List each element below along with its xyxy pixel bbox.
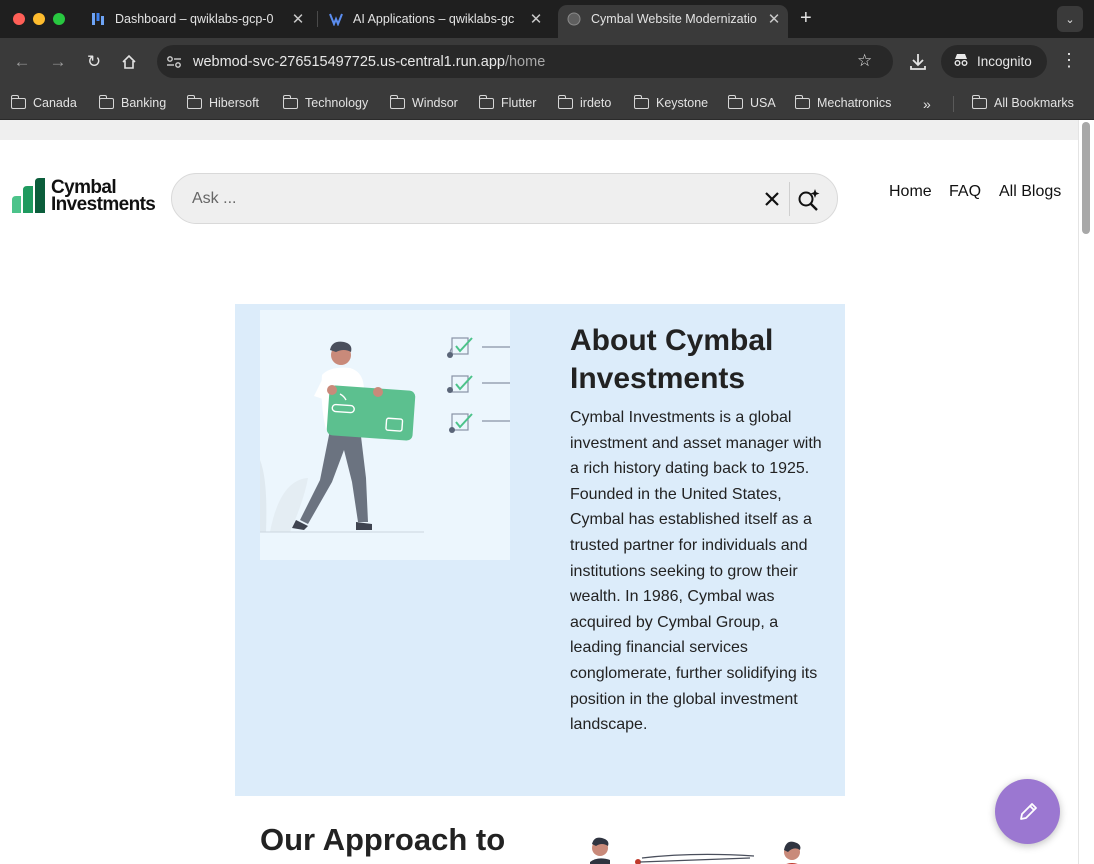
tab-title: AI Applications – qwiklabs-gc (353, 12, 515, 26)
address-bar[interactable]: webmod-svc-276515497725.us-central1.run.… (157, 45, 893, 78)
folder-icon (389, 94, 405, 109)
logo-bars-icon (12, 178, 45, 213)
maximize-window-button[interactable] (53, 13, 65, 25)
search-divider (789, 182, 790, 216)
bookmark-folder-banking[interactable]: Banking (98, 91, 167, 115)
page-viewport: Cymbal Investments Home FAQ All Blogs (0, 120, 1094, 864)
bookmark-label: Banking (121, 96, 167, 110)
tab-title: Cymbal Website Modernizatio (591, 12, 757, 26)
browser-chrome: Dashboard – qwiklabs-gcp-0 ✕ AI Applicat… (0, 0, 1094, 120)
approach-illustration (584, 836, 814, 864)
page-scrollbar[interactable] (1078, 120, 1094, 864)
bookmark-folder-flutter[interactable]: Flutter (478, 91, 537, 115)
bookmark-label: Flutter (501, 96, 537, 110)
bookmark-label: All Bookmarks (994, 96, 1074, 110)
back-arrow-icon[interactable]: ← (11, 51, 33, 73)
folder-icon (557, 94, 573, 109)
folder-icon (282, 94, 298, 109)
edit-fab-button[interactable] (995, 779, 1060, 844)
approach-title: Our Approach to (260, 822, 506, 857)
about-title: About Cymbal Investments (570, 324, 774, 395)
folder-icon (478, 94, 494, 109)
tab-strip: Dashboard – qwiklabs-gcp-0 ✕ AI Applicat… (0, 0, 1094, 38)
credit-card-person-illustration (260, 310, 510, 560)
bookmark-label: Technology (305, 96, 369, 110)
about-body-text: Cymbal Investments is a global investmen… (570, 409, 822, 734)
tab-separator (317, 11, 318, 27)
folder-icon (186, 94, 202, 109)
download-icon[interactable] (907, 51, 929, 73)
site-settings-icon[interactable] (165, 53, 183, 71)
tab-cymbal-website[interactable]: Cymbal Website Modernizatio ✕ (566, 6, 781, 32)
folder-icon (98, 94, 114, 109)
bookmark-label: irdeto (580, 96, 612, 110)
site-search-bar (171, 173, 838, 224)
browser-toolbar: ← → ↻ webmod-svc-276515497725.us-central… (0, 38, 1094, 86)
close-icon[interactable]: ✕ (291, 10, 305, 28)
folder-icon (794, 94, 810, 109)
bookmark-label: Mechatronics (817, 96, 892, 110)
url-host: webmod-svc-276515497725.us-central1.run.… (193, 54, 505, 70)
tab-search-chevron-down-icon[interactable]: ⌄ (1057, 6, 1083, 32)
page-top-strip (0, 120, 1078, 140)
folder-icon (633, 94, 649, 109)
incognito-profile-button[interactable]: Incognito (941, 45, 1047, 78)
scrollbar-thumb[interactable] (1082, 122, 1090, 234)
bookmark-folder-mechatronics[interactable]: Mechatronics (794, 91, 892, 115)
bookmark-folder-windsor[interactable]: Windsor (389, 91, 458, 115)
url-path: /home (504, 54, 546, 70)
close-icon[interactable]: ✕ (767, 10, 781, 28)
nav-faq-link[interactable]: FAQ (949, 183, 981, 201)
bookmark-star-icon[interactable]: ☆ (857, 51, 872, 71)
folder-icon (971, 94, 987, 109)
about-section: About Cymbal Investments Cymbal Investme… (235, 304, 845, 796)
bookmark-folder-canada[interactable]: Canada (10, 91, 77, 115)
ai-search-sparkle-icon[interactable] (796, 186, 822, 212)
home-icon[interactable] (118, 51, 140, 73)
bookmark-folder-irdeto[interactable]: irdeto (557, 91, 612, 115)
tab-ai-applications[interactable]: AI Applications – qwiklabs-gc ✕ (328, 6, 543, 32)
bookmark-label: Windsor (412, 96, 458, 110)
bookmark-folder-technology[interactable]: Technology (282, 91, 369, 115)
profile-label: Incognito (977, 54, 1032, 69)
nav-home-link[interactable]: Home (889, 183, 932, 201)
incognito-icon (953, 53, 969, 70)
dashboard-favicon-icon (90, 11, 106, 27)
forward-arrow-icon[interactable]: → (47, 51, 69, 73)
bookmarks-bar: Canada Banking Hibersoft Technology Wind… (0, 86, 1094, 120)
tab-title: Dashboard – qwiklabs-gcp-0 (115, 12, 274, 26)
minimize-window-button[interactable] (33, 13, 45, 25)
folder-icon (10, 94, 26, 109)
search-input[interactable] (192, 186, 752, 212)
reload-icon[interactable]: ↻ (83, 51, 105, 73)
ai-applications-favicon-icon (328, 11, 344, 27)
bookmark-folder-usa[interactable]: USA (727, 91, 776, 115)
bookmark-folder-hibersoft[interactable]: Hibersoft (186, 91, 260, 115)
bookmark-label: Canada (33, 96, 77, 110)
bookmark-label: Hibersoft (209, 96, 260, 110)
url-text[interactable]: webmod-svc-276515497725.us-central1.run.… (193, 54, 545, 70)
pencil-icon (1019, 802, 1037, 820)
logo-wordmark: Cymbal Investments (51, 178, 156, 215)
bookmark-label: Keystone (656, 96, 709, 110)
bookmarks-separator (953, 96, 954, 112)
tab-dashboard[interactable]: Dashboard – qwiklabs-gcp-0 ✕ (90, 6, 305, 32)
close-window-button[interactable] (13, 13, 25, 25)
clear-close-icon[interactable] (760, 187, 784, 211)
bookmark-folder-keystone[interactable]: Keystone (633, 91, 709, 115)
cymbal-logo[interactable]: Cymbal Investments (12, 178, 164, 218)
nav-all-blogs-link[interactable]: All Blogs (999, 183, 1061, 201)
bookmark-label: USA (750, 96, 776, 110)
new-tab-button[interactable]: + (800, 8, 812, 28)
globe-favicon-icon (566, 11, 582, 27)
bookmarks-overflow-icon[interactable]: » (923, 96, 931, 112)
folder-icon (727, 94, 743, 109)
more-menu-icon[interactable]: ⋮ (1060, 50, 1078, 71)
all-bookmarks-button[interactable]: All Bookmarks (971, 91, 1074, 115)
close-icon[interactable]: ✕ (529, 10, 543, 28)
logo-line-2: Investments (51, 194, 156, 215)
